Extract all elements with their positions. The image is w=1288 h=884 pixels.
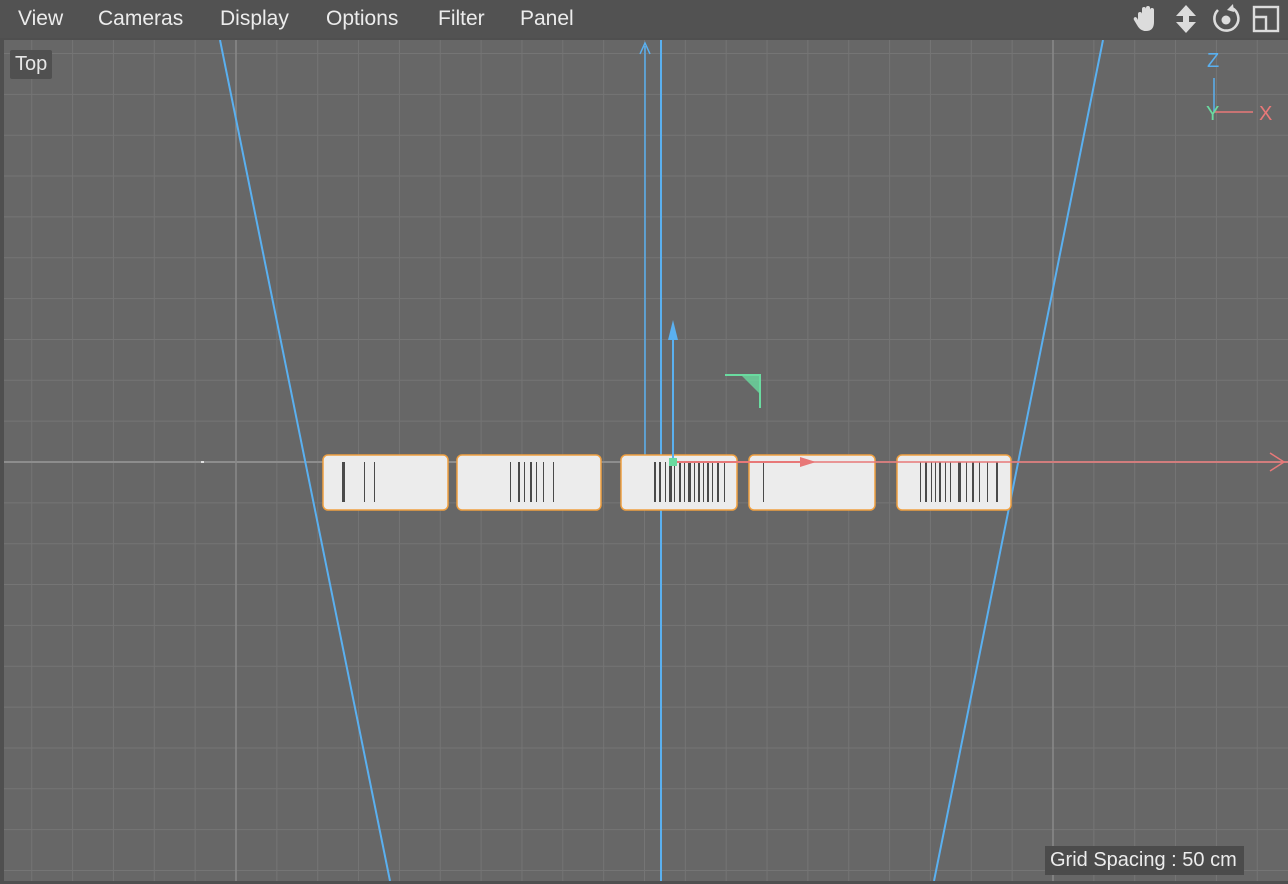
barcode-bar (707, 462, 709, 502)
barcode-bar (543, 462, 544, 502)
barcode-bar (972, 462, 974, 502)
viewport-canvas: Z Y X (4, 40, 1288, 881)
barcode-bar (688, 462, 691, 502)
origin-dot (201, 461, 204, 463)
barcode-bar (342, 462, 345, 502)
label-cards (322, 454, 1012, 511)
barcode-bar (712, 462, 713, 502)
barcode-bar (920, 462, 921, 502)
rotate-orbit-icon[interactable] (1211, 4, 1241, 34)
barcode-bar (950, 462, 951, 502)
menu-bar: View Cameras Display Options Filter Pane… (0, 0, 1288, 38)
barcode-bar (524, 462, 525, 502)
menu-view[interactable]: View (18, 0, 63, 38)
barcode-bar (669, 462, 672, 502)
menu-cameras[interactable]: Cameras (98, 0, 183, 38)
gizmo-center[interactable] (669, 458, 677, 466)
top-viewport[interactable]: Z Y X Top Grid Spacing : 50 cm (4, 40, 1288, 881)
barcode-bar (958, 462, 961, 502)
barcode-bar (935, 462, 936, 502)
barcode-bar (518, 462, 520, 502)
toggle-layout-icon[interactable] (1251, 4, 1281, 34)
barcode-bar (665, 462, 666, 502)
barcode-bar (698, 462, 700, 502)
barcode-bar (674, 462, 675, 502)
label-card-5[interactable] (896, 454, 1012, 511)
barcode-bar (966, 462, 967, 502)
barcode-bar (979, 462, 980, 502)
menu-display[interactable]: Display (220, 0, 289, 38)
label-card-1[interactable] (322, 454, 449, 511)
gizmo-z-arrowhead[interactable] (668, 320, 678, 340)
gizmo-label-y: Y (1206, 103, 1219, 125)
barcode-bar (939, 462, 941, 502)
barcode-bar (659, 462, 661, 502)
barcode-bar (553, 462, 554, 502)
barcode-bar (654, 462, 656, 502)
barcode-bar (925, 462, 927, 502)
hand-pan-icon[interactable] (1131, 4, 1161, 34)
gizmo-plane-fill[interactable] (742, 376, 759, 393)
barcode-bar (536, 462, 537, 502)
gizmo-label-x: X (1259, 103, 1272, 125)
grid-spacing-readout: Grid Spacing : 50 cm (1045, 846, 1244, 875)
barcode-bar (987, 462, 988, 502)
barcode-bar (679, 462, 681, 502)
barcode-bar (763, 462, 764, 502)
menu-filter[interactable]: Filter (438, 0, 485, 38)
barcode-bar (717, 462, 719, 502)
view-label[interactable]: Top (10, 50, 53, 79)
barcode-bar (996, 462, 998, 502)
label-card-2[interactable] (456, 454, 602, 511)
barcode-bar (703, 462, 704, 502)
barcode-bar (364, 462, 365, 502)
barcode-bar (724, 462, 725, 502)
barcode-bar (945, 462, 946, 502)
barcode-bar (374, 462, 375, 502)
menu-options[interactable]: Options (326, 0, 398, 38)
move-arrows-icon[interactable] (1171, 4, 1201, 34)
barcode-bar (931, 462, 932, 502)
barcode-bar (684, 462, 685, 502)
gizmo-label-z: Z (1207, 50, 1219, 72)
barcode-bar (510, 462, 511, 502)
barcode-bar (530, 462, 532, 502)
menu-panel[interactable]: Panel (520, 0, 574, 38)
barcode-bar (694, 462, 695, 502)
